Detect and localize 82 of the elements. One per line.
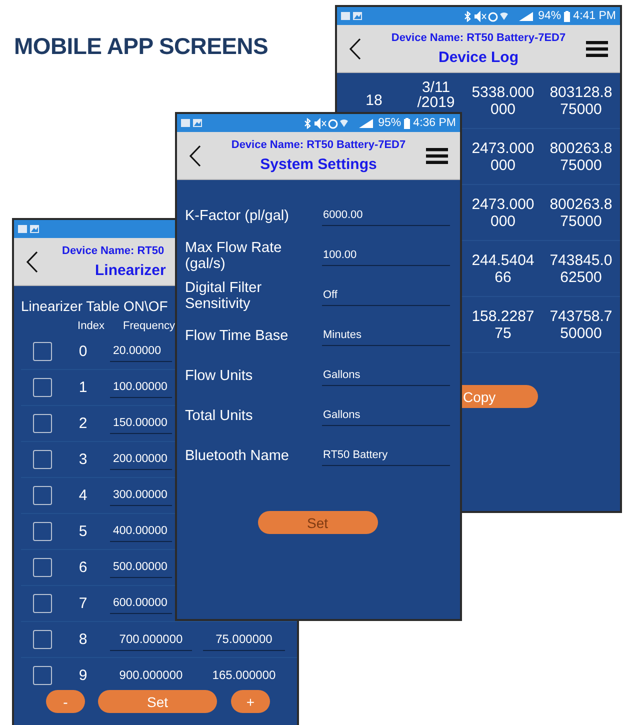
checkbox[interactable]	[33, 414, 52, 433]
screen-title: System Settings	[260, 156, 377, 172]
frequency-field[interactable]: 20.00000	[110, 342, 172, 362]
row-index: 3	[78, 451, 88, 468]
battery-percent: 94%	[538, 10, 562, 22]
frequency-field[interactable]: 100.00000	[110, 378, 172, 398]
table-cell-text: 158.228775	[470, 308, 536, 342]
row-index: 8	[78, 631, 88, 648]
row-index: 1	[78, 379, 88, 396]
table-cell-text: 3/11 /2019	[416, 80, 456, 110]
setting-label: Flow Units	[185, 368, 254, 384]
setting-field[interactable]: Gallons	[322, 406, 450, 426]
row-index: 2	[78, 415, 88, 432]
checkbox[interactable]	[33, 378, 52, 397]
value-field[interactable]: 165.000000	[203, 664, 285, 686]
setting-label: K-Factor (pl/gal)	[185, 208, 290, 224]
table-cell-text: 5338.000000	[470, 84, 536, 118]
setting-label: Bluetooth Name	[185, 448, 290, 464]
table-cell-text: 2473.000000	[470, 196, 536, 230]
table-cell-text: 244.540466	[470, 252, 536, 286]
table-cell-text: 803128.875000	[548, 84, 614, 118]
notification-icons-drawing	[341, 11, 363, 21]
page-heading: MOBILE APP SCREENS	[14, 33, 268, 60]
table-cell-text: 743845.062500	[548, 252, 614, 286]
row-index: 9	[78, 667, 88, 684]
frequency-field[interactable]: 900.000000	[110, 664, 192, 686]
table-cell-text: 743758.750000	[548, 308, 614, 342]
table-cell: 18	[366, 92, 382, 109]
frequency-field[interactable]: 700.000000	[110, 628, 192, 650]
table-label: Linearizer Table ON\OF	[21, 298, 168, 316]
row-index: 7	[78, 595, 88, 612]
back-icon[interactable]	[349, 38, 361, 60]
screen-title: Device Log	[438, 48, 519, 66]
frequency-field[interactable]: 600.00000	[110, 594, 172, 614]
battery-icon	[564, 10, 570, 22]
row-index: 0	[78, 343, 88, 360]
status-time: 4:41 PM	[573, 10, 616, 22]
value-field[interactable]: 75.000000	[203, 628, 285, 650]
setting-label: Flow Time Base	[185, 328, 290, 344]
notification-icons-drawing	[18, 224, 40, 234]
frequency-field[interactable]: 300.00000	[110, 486, 172, 506]
table-cell-text: 800263.875000	[548, 140, 614, 174]
checkbox[interactable]	[33, 450, 52, 469]
status-time: 4:36 PM	[413, 117, 456, 129]
device-name: Device Name: RT50 Battery-7ED7	[391, 32, 566, 44]
row-index: 4	[78, 487, 88, 504]
column-header: Frequency	[123, 320, 175, 332]
checkbox[interactable]	[33, 594, 52, 613]
checkbox[interactable]	[33, 522, 52, 541]
battery-percent: 95%	[378, 117, 402, 129]
back-icon[interactable]	[189, 144, 201, 166]
menu-icon[interactable]	[426, 148, 448, 164]
back-icon[interactable]	[26, 250, 38, 272]
checkbox[interactable]	[33, 666, 52, 685]
setting-field[interactable]: Off	[322, 286, 450, 306]
column-header: Index	[76, 320, 106, 332]
checkbox[interactable]	[33, 486, 52, 505]
device-name: Device Name: RT50	[62, 244, 164, 256]
table-cell-text: 2473.000000	[470, 140, 536, 174]
frequency-field[interactable]: 200.00000	[110, 450, 172, 470]
checkbox[interactable]	[33, 342, 52, 361]
setting-field[interactable]: RT50 Battery	[322, 446, 450, 466]
device-name: Device Name: RT50 Battery-7ED7	[231, 138, 406, 150]
setting-field[interactable]: 100.00	[322, 246, 450, 266]
frequency-field[interactable]: 150.00000	[110, 414, 172, 434]
row-index: 6	[78, 559, 88, 576]
menu-icon[interactable]	[586, 40, 608, 56]
setting-label: Total Units	[185, 408, 254, 424]
battery-icon	[404, 118, 410, 128]
frequency-field[interactable]: 400.00000	[110, 522, 172, 542]
checkbox[interactable]	[33, 630, 52, 649]
frequency-field[interactable]: 500.00000	[110, 558, 172, 578]
setting-label: Digital Filter Sensitivity	[185, 280, 263, 312]
notification-icons-drawing	[181, 118, 203, 128]
setting-field[interactable]: Gallons	[322, 366, 450, 386]
setting-label: Max Flow Rate (gal/s)	[185, 240, 283, 272]
screen-title: Linearizer	[95, 262, 166, 278]
checkbox[interactable]	[33, 558, 52, 577]
table-cell-text: 800263.875000	[548, 196, 614, 230]
row-index: 5	[78, 523, 88, 540]
setting-field[interactable]: Minutes	[322, 326, 450, 346]
setting-field[interactable]: 6000.00	[322, 206, 450, 226]
